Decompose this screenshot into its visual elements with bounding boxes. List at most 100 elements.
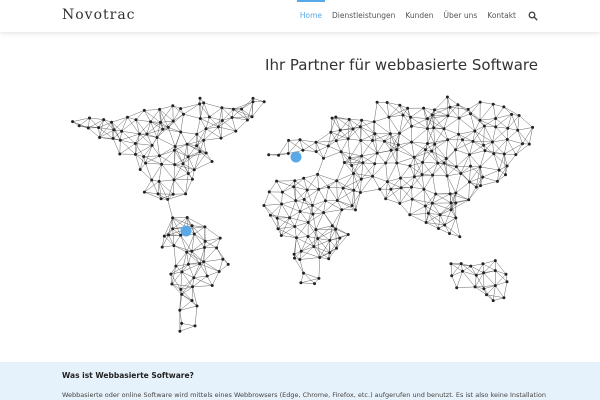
map-link xyxy=(470,101,481,114)
map-link xyxy=(507,139,523,144)
map-link xyxy=(387,162,398,182)
map-node xyxy=(268,213,272,217)
map-node xyxy=(217,270,221,273)
map-node xyxy=(375,151,379,155)
map-link xyxy=(162,128,181,133)
map-link xyxy=(209,116,219,128)
map-node xyxy=(293,225,297,228)
map-node xyxy=(287,138,291,142)
map-link xyxy=(469,154,471,167)
map-link xyxy=(400,165,411,179)
map-link xyxy=(296,236,309,238)
map-link xyxy=(207,275,213,286)
nav-item-kontakt[interactable]: Kontakt xyxy=(487,0,516,32)
map-link xyxy=(180,131,188,145)
map-link xyxy=(360,126,362,141)
map-link xyxy=(411,126,428,129)
map-link xyxy=(349,157,363,164)
map-link xyxy=(303,272,315,284)
map-node xyxy=(334,139,338,143)
map-node xyxy=(202,101,206,105)
map-node xyxy=(457,132,461,136)
map-node xyxy=(145,132,149,136)
map-link xyxy=(372,140,385,142)
map-link xyxy=(511,114,518,131)
search-icon[interactable] xyxy=(528,11,538,21)
nav-item-kunden[interactable]: Kunden xyxy=(405,0,433,32)
map-link xyxy=(423,189,426,207)
map-node xyxy=(350,204,354,208)
europe-marker xyxy=(290,151,302,163)
nav-item-ueber-uns[interactable]: Über uns xyxy=(444,0,478,32)
map-node xyxy=(267,153,271,157)
map-node xyxy=(328,238,332,242)
map-node xyxy=(359,139,363,142)
map-node xyxy=(422,187,426,191)
map-node xyxy=(372,120,376,124)
map-node xyxy=(157,179,161,183)
map-link xyxy=(388,116,400,134)
map-node xyxy=(202,260,206,264)
map-node xyxy=(358,191,362,194)
map-link xyxy=(400,176,415,179)
map-link xyxy=(295,200,313,206)
map-link xyxy=(507,128,518,131)
map-node xyxy=(173,145,177,148)
map-node xyxy=(190,299,194,302)
map-node xyxy=(185,250,189,254)
map-node xyxy=(431,173,435,177)
map-link xyxy=(161,164,175,181)
map-link xyxy=(183,103,200,115)
map-link xyxy=(373,102,378,122)
map-link xyxy=(431,150,445,164)
map-link xyxy=(179,310,182,324)
site-logo[interactable]: Novotrac xyxy=(62,7,136,23)
map-node xyxy=(162,234,166,238)
map-link xyxy=(135,145,153,155)
map-link xyxy=(135,110,145,120)
map-node xyxy=(195,132,199,136)
map-node xyxy=(351,127,355,131)
map-link xyxy=(203,140,207,154)
map-link xyxy=(457,104,460,119)
map-link xyxy=(341,205,353,210)
hero-title: Ihr Partner für webbasierte Software xyxy=(265,56,538,74)
map-node xyxy=(493,269,497,273)
map-link xyxy=(318,189,326,201)
nav-item-dienstleistungen[interactable]: Dienstleistungen xyxy=(332,0,395,32)
map-node xyxy=(126,115,129,119)
map-node xyxy=(361,161,365,165)
map-link xyxy=(412,189,425,200)
map-node xyxy=(358,125,362,129)
map-node xyxy=(334,115,338,119)
world-network-map xyxy=(71,95,535,333)
map-link xyxy=(277,217,290,219)
map-node xyxy=(179,130,183,134)
map-node xyxy=(359,177,363,181)
map-node xyxy=(181,162,185,166)
map-link xyxy=(349,119,362,121)
map-link xyxy=(288,139,301,141)
map-link xyxy=(427,127,434,144)
map-link xyxy=(180,103,200,109)
map-link xyxy=(517,115,520,131)
map-link xyxy=(144,110,161,123)
map-node xyxy=(292,252,296,256)
map-link xyxy=(173,108,181,122)
map-node xyxy=(262,100,266,104)
map-link xyxy=(174,164,195,171)
map-node xyxy=(449,208,453,212)
map-node xyxy=(469,112,472,116)
map-node xyxy=(277,153,281,157)
map-link xyxy=(447,96,449,116)
map-link xyxy=(216,247,229,265)
map-node xyxy=(373,132,377,136)
map-link xyxy=(412,199,426,207)
nav-item-home[interactable]: Home xyxy=(296,0,326,32)
map-link xyxy=(194,305,198,326)
map-node xyxy=(408,164,412,168)
map-node xyxy=(77,124,81,128)
map-link xyxy=(504,143,523,155)
map-node xyxy=(245,118,249,122)
map-node xyxy=(167,233,170,237)
